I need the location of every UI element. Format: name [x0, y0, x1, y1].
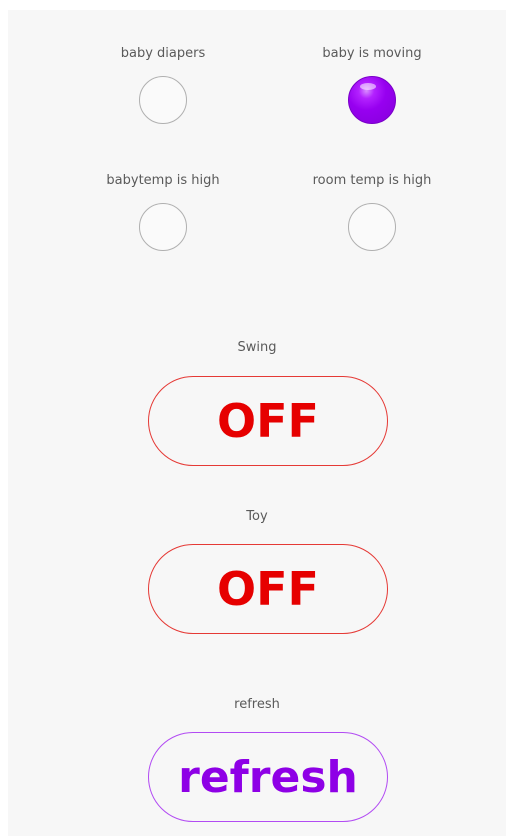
toy-toggle-button[interactable]: OFF [148, 544, 388, 634]
indicator-room-temp-high: room temp is high [282, 173, 462, 251]
indicator-label: baby diapers [120, 46, 206, 61]
indicator-label: baby is moving [322, 46, 422, 61]
indicator-babytemp-high: babytemp is high [73, 173, 253, 251]
swing-label: Swing [237, 340, 277, 355]
indicator-label: babytemp is high [106, 173, 220, 188]
indicator-baby-diapers: baby diapers [73, 46, 253, 124]
status-led-off [348, 203, 396, 251]
status-led-off [139, 203, 187, 251]
refresh-button[interactable]: refresh [148, 732, 388, 822]
indicator-label: room temp is high [312, 173, 432, 188]
toy-label: Toy [246, 509, 268, 524]
swing-toggle-button[interactable]: OFF [148, 376, 388, 466]
indicator-baby-moving: baby is moving [282, 46, 462, 124]
status-led-off [139, 76, 187, 124]
status-led-on [348, 76, 396, 124]
refresh-label: refresh [234, 697, 280, 712]
